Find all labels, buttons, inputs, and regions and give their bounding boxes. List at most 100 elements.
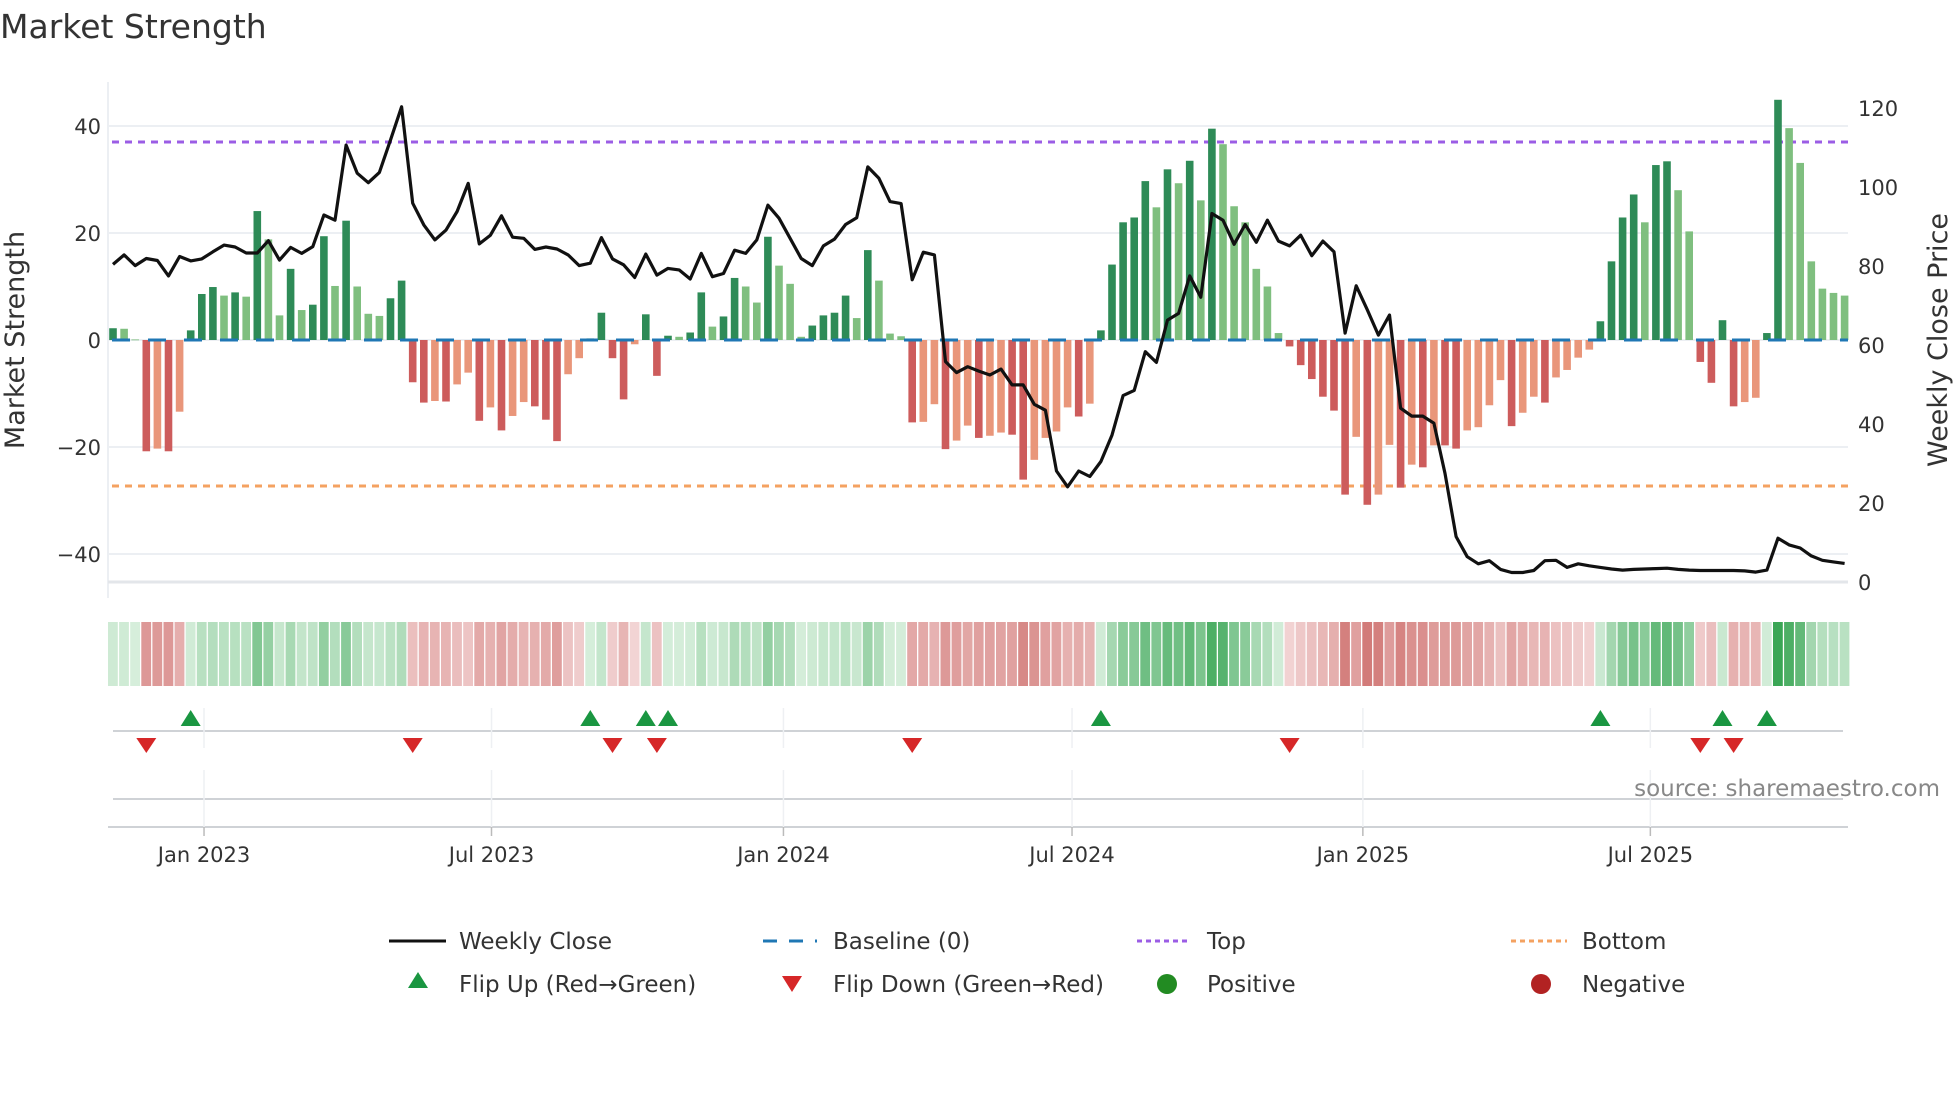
flip-up-marker: [635, 710, 656, 726]
strength-bar: [1363, 340, 1372, 505]
strip-cell: [1051, 622, 1062, 686]
strip-cell: [1417, 622, 1428, 686]
legend-item-bottom[interactable]: Bottom: [1511, 929, 1666, 955]
legend-item-top[interactable]: Top: [1137, 929, 1246, 955]
x-tick-label: Jul 2023: [447, 843, 534, 867]
strip-cell: [807, 622, 818, 686]
right-axis-title: Weekly Close Price: [1923, 213, 1954, 467]
right-tick-label: 20: [1858, 492, 1885, 516]
strip-cell: [829, 622, 840, 686]
strip-cell: [418, 622, 429, 686]
right-tick-label: 120: [1858, 97, 1898, 121]
strength-bar: [819, 315, 828, 340]
strip-cell: [241, 622, 251, 686]
legend-item-weekly-close[interactable]: Weekly Close: [389, 929, 612, 955]
strength-bar: [508, 340, 517, 416]
strip-cell: [1240, 622, 1250, 686]
strip-cell: [1251, 622, 1262, 686]
strength-bar: [930, 340, 939, 405]
strip-cell: [1528, 622, 1539, 686]
strength-bar: [519, 340, 528, 403]
strip-cell: [796, 622, 806, 686]
strip-cell: [918, 622, 929, 686]
strength-bar: [364, 313, 373, 340]
strip-cell: [496, 622, 507, 686]
strength-bar: [719, 316, 728, 340]
strength-bar: [1818, 288, 1827, 340]
strip-cell: [1295, 622, 1306, 686]
strip-cell: [1406, 622, 1417, 686]
circle-icon: [1531, 974, 1551, 994]
strip-cell: [1473, 622, 1484, 686]
strength-bar: [1407, 340, 1416, 465]
strength-bar: [420, 340, 428, 403]
flip-up-marker: [180, 710, 201, 726]
strip-cell: [1062, 622, 1073, 686]
flip-down-marker: [136, 738, 157, 753]
strength-bar: [575, 340, 583, 359]
x-tick-label: Jan 2023: [156, 843, 251, 867]
strength-bar: [408, 340, 417, 383]
strip-cell: [1728, 622, 1739, 686]
strip-cell: [1428, 622, 1439, 686]
strength-bar: [1740, 340, 1749, 403]
legend-item-flip-up[interactable]: Flip Up (Red→Green): [408, 972, 696, 998]
strip-cell: [1162, 622, 1173, 686]
legend-item-flip-down[interactable]: Flip Down (Green→Red): [782, 972, 1104, 998]
strength-bar: [1563, 340, 1571, 370]
strip-cell: [751, 622, 762, 686]
left-axis-title: Market Strength: [0, 231, 31, 449]
strength-bar: [1574, 340, 1582, 358]
strength-bar: [697, 292, 706, 340]
strength-bar: [753, 302, 761, 340]
strength-bar: [320, 236, 328, 340]
legend-item-positive[interactable]: Positive: [1157, 972, 1296, 998]
legend-label: Positive: [1207, 972, 1296, 998]
strip-cell: [1606, 622, 1617, 686]
strip-cell: [274, 622, 285, 686]
strip-cell: [1739, 622, 1750, 686]
strength-bar: [142, 340, 151, 452]
circle-icon: [1157, 974, 1177, 994]
strength-bar: [886, 333, 894, 340]
strip-cell: [108, 622, 118, 686]
strip-cell: [1784, 622, 1794, 686]
flip-up-marker: [1756, 710, 1777, 726]
legend-item-negative[interactable]: Negative: [1531, 972, 1685, 998]
strip-cell: [785, 622, 795, 686]
strip-cell: [729, 622, 740, 686]
strip-cell: [152, 622, 163, 686]
left-tick-label: −20: [57, 436, 101, 460]
strip-cell: [929, 622, 940, 686]
flip-up-marker: [580, 710, 601, 726]
strength-bar: [297, 310, 306, 340]
strip-cell: [1351, 622, 1361, 686]
strip-cell: [307, 622, 318, 686]
strength-bar: [164, 340, 173, 452]
legend: Weekly Close Baseline (0) Top Bottom Fli…: [389, 929, 1685, 998]
strip-cell: [718, 622, 729, 686]
strip-cell: [1373, 622, 1384, 686]
source-label: source: sharemaestro.com: [1634, 776, 1940, 802]
strip-cell: [707, 622, 718, 686]
legend-label: Top: [1206, 929, 1246, 955]
strip-cell: [984, 622, 995, 686]
strength-bar: [1707, 340, 1716, 383]
strength-bar: [1130, 217, 1138, 340]
legend-item-baseline[interactable]: Baseline (0): [763, 929, 970, 955]
strip-cell: [1284, 622, 1295, 686]
strength-bar: [1796, 162, 1804, 340]
strip-cell: [1650, 622, 1661, 686]
strength-bar: [1385, 340, 1394, 445]
left-tick-label: 0: [88, 329, 101, 353]
triangle-down-icon: [782, 976, 802, 992]
strip-cell: [651, 622, 662, 686]
strength-bar: [1641, 222, 1649, 340]
strip-cell: [1218, 622, 1228, 686]
strength-bars: [109, 99, 1849, 505]
strip-cell: [1451, 622, 1461, 686]
strength-bar: [153, 340, 162, 449]
strength-bar: [431, 340, 439, 401]
strip-cell: [640, 622, 651, 686]
strength-heat-strip: [108, 622, 1850, 686]
